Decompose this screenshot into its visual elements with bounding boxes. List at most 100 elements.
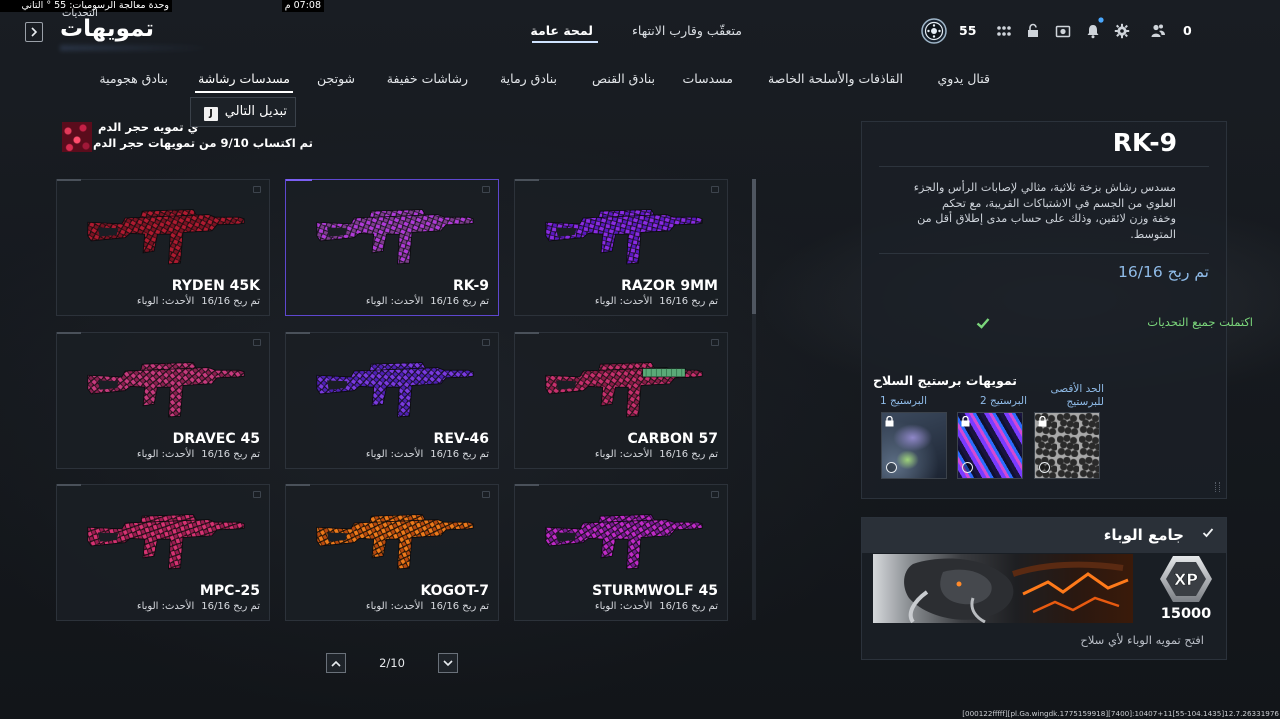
weapon-image [316,209,474,265]
category-launchers[interactable]: القاذفات والأسلحة الخاصة [768,71,903,86]
weapon-image [545,209,703,265]
category-lmgs[interactable]: رشاشات خفيفة [387,71,468,86]
card-corner-bar [515,179,539,181]
weapon-card[interactable]: RK-9 تم ربح 16/16 الأحدث: الوباء [285,179,499,316]
xp-amount: 15000 [1160,606,1212,622]
weapon-card[interactable]: RAZOR 9MM تم ربح 16/16 الأحدث: الوباء [514,179,728,316]
card-corner-bar [286,484,310,486]
weapon-card[interactable]: STURMWOLF 45 تم ربح 16/16 الأحدث: الوباء [514,484,728,621]
weapon-name: STURMWOLF 45 [592,583,718,599]
weapon-detail-panel: RK-9 مسدس رشاش بزخة ثلاثية، مثالي لإصابا… [861,121,1227,499]
weapon-name: DRAVEC 45 [172,431,260,447]
weapon-name: MPC-25 [199,583,260,599]
description-line: العلوي من الجسم في الاشتباكات القريبة، م… [941,196,1176,210]
debug-build-string: [000122fffff][pl.Ga.wingdk.1775159918][7… [962,709,1279,718]
lock-icon [961,416,970,427]
camera-icon[interactable] [1055,23,1071,39]
category-pistols[interactable]: مسدسات [683,71,733,86]
expand-handle-icon[interactable] [1215,482,1220,492]
weapon-detail-name: RK-9 [1112,128,1177,157]
page-title: تمويهات [60,16,155,42]
card-corner-bar [286,332,310,334]
scrollbar-thumb[interactable] [752,179,756,314]
latest-camo-text: الأحدث: الوباء [594,601,653,612]
weapon-progress: تم ربح 16/16 الأحدث: الوباء [595,449,718,460]
reward-description: افتح تمويه الوباء لأي سلاح [1080,633,1204,647]
page-down-button[interactable] [438,653,458,673]
grid-scrollbar[interactable] [752,179,756,620]
category-melee[interactable]: قتال يدوي [938,71,990,86]
weapon-progress: تم ربح 16/16 الأحدث: الوباء [595,296,718,307]
lock-icon [1038,416,1047,427]
category-marksman-rifles[interactable]: بنادق رماية [500,71,557,86]
bloodstone-camo-swatch [62,122,92,152]
latest-camo-text: الأحدث: الوباء [365,296,424,307]
weapon-card[interactable]: CARBON 57 تم ربح 16/16 الأحدث: الوباء [514,332,728,469]
reward-title: جامع الوباء [1103,526,1184,544]
check-icon [1202,528,1214,538]
switch-tooltip: J تبديل التالي [190,97,296,127]
weapon-card[interactable]: KOGOT-7 تم ربح 16/16 الأحدث: الوباء [285,484,499,621]
description-line: المتوسط. [1130,227,1176,241]
latest-camo-text: الأحدث: الوباء [365,601,424,612]
card-status-icon [253,186,261,193]
gear-icon[interactable] [1114,23,1130,39]
progress-text: تم ربح 16/16 [201,449,260,460]
weapon-detail-progress: تم ربح 16/16 [1118,263,1209,281]
card-status-icon [711,491,719,498]
player-emblem-icon[interactable] [921,18,947,44]
prestige-2-camo-thumb[interactable] [957,412,1023,479]
weapon-card[interactable]: DRAVEC 45 تم ربح 16/16 الأحدث: الوباء [56,332,270,469]
category-assault-rifles[interactable]: بنادق هجومية [99,71,168,86]
prestige-1-camo-thumb[interactable] [881,412,947,479]
tab-tracker[interactable]: متعقّب وقارب الانتهاء [632,23,742,38]
category-shotguns[interactable]: شوتجن [317,71,355,86]
weapon-image [87,514,245,570]
lock-icon [885,416,894,427]
weapon-image [545,362,703,418]
card-status-icon [711,339,719,346]
camo-progress-summary: تم اكتساب 9/10 من تمويهات حجر الدم [92,136,313,150]
latest-camo-text: الأحدث: الوباء [136,296,195,307]
weapon-name: RYDEN 45K [171,278,260,294]
progress-text: تم ربح 16/16 [201,296,260,307]
prestige-camos-title: تمويهات برستيج السلاح [873,373,1017,388]
prestige-max-camo-thumb[interactable] [1034,412,1100,479]
card-status-icon [482,186,490,193]
weapon-progress: تم ربح 16/16 الأحدث: الوباء [137,449,260,460]
chevron-up-icon [331,660,341,667]
creature-image [904,558,1129,623]
weapon-card[interactable]: RYDEN 45K تم ربح 16/16 الأحدث: الوباء [56,179,270,316]
weapon-progress: تم ربح 16/16 الأحدث: الوباء [595,601,718,612]
card-status-icon [253,491,261,498]
prestige-label-max: الحد الأقصى للبرستيج [1050,383,1104,409]
weapon-card[interactable]: REV-46 تم ربح 16/16 الأحدث: الوباء [285,332,499,469]
card-status-icon [482,491,490,498]
weapon-name: RAZOR 9MM [621,278,718,294]
check-icon [976,318,990,329]
tab-overview[interactable]: لمحة عامة [530,23,593,38]
category-smgs[interactable]: مسدسات رشاشة [195,71,293,93]
back-button[interactable] [25,22,43,42]
bell-icon[interactable] [1085,23,1101,39]
card-status-icon [253,339,261,346]
weapon-progress: تم ربح 16/16 الأحدث: الوباء [366,449,489,460]
progress-text: تم ربح 16/16 [659,449,718,460]
page-up-button[interactable] [326,653,346,673]
latest-camo-text: الأحدث: الوباء [136,449,195,460]
grid-menu-icon[interactable] [996,23,1012,39]
notification-dot-icon [1098,17,1104,23]
weapon-image [316,514,474,570]
latest-camo-text: الأحدث: الوباء [594,296,653,307]
progress-text: تم ربح 16/16 [430,601,489,612]
description-line: مسدس رشاش بزخة ثلاثية، مثالي لإصابات الر… [913,181,1176,194]
chevron-right-icon [31,27,38,37]
lock-icon[interactable] [1025,23,1041,39]
card-status-icon [711,186,719,193]
xp-label: XP [1174,570,1198,589]
card-corner-bar [515,332,539,334]
weapon-card[interactable]: MPC-25 تم ربح 16/16 الأحدث: الوباء [56,484,270,621]
prestige-badge-icon [962,462,973,473]
category-sniper-rifles[interactable]: بنادق القنص [592,71,655,86]
social-icon[interactable] [1150,23,1166,39]
